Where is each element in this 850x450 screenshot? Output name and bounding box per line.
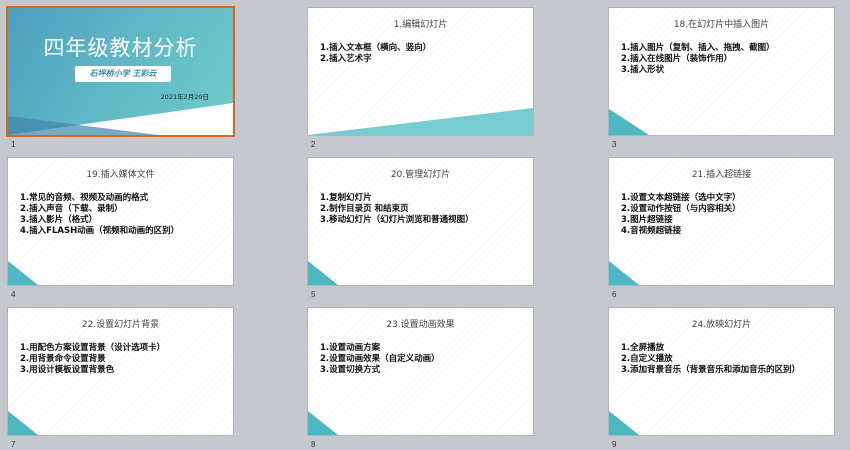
slide-9-canvas[interactable]: 24.放映幻灯片 1.全屏播放 2.自定义播放 3.添加背景音乐（背景音乐和添加… — [609, 308, 834, 435]
slide-number: 4 — [11, 290, 16, 299]
slide-5-canvas[interactable]: 20.管理幻灯片 1.复制幻灯片 2.制作目录页 和结束页 3.移动幻灯片（幻灯… — [308, 158, 533, 285]
slide-4-canvas[interactable]: 19.插入媒体文件 1.常见的音频、视频及动画的格式 2.插入声音（下载、录制）… — [8, 158, 233, 285]
slide-9-decoration — [609, 411, 639, 435]
slide-6-title: 21.插入超链接 — [691, 170, 752, 180]
slide-thumbnail-4[interactable]: 19.插入媒体文件 1.常见的音频、视频及动画的格式 2.插入声音（下载、录制）… — [8, 158, 233, 299]
slide-item: 2.用背景命令设置背景 — [20, 354, 106, 364]
slide-item: 2.插入声音（下载、录制） — [20, 204, 123, 214]
slide-1-canvas[interactable]: 四年级教材分析 石坪桥小学 王彩云 2021年2月20日 — [8, 8, 233, 135]
slide-7-decoration — [8, 411, 38, 435]
slide-item: 3.添加背景音乐（背景音乐和添加音乐的区别） — [621, 365, 801, 375]
slide-5-decoration — [308, 261, 338, 285]
slide-number: 5 — [311, 290, 316, 299]
slide-number: 7 — [11, 440, 16, 449]
slide-thumbnail-2[interactable]: 1.编辑幻灯片 1.插入文本框（横向、竖向） 2.插入艺术字 2 — [308, 8, 533, 149]
slide-thumbnail-3[interactable]: 18.在幻灯片中插入图片 1.插入图片（复制、插入、拖拽、截图） 2.插入在线图… — [609, 8, 834, 149]
slide-item: 2.设置动画效果（自定义动画） — [320, 354, 440, 364]
slide-number: 2 — [311, 140, 316, 149]
slide-3-canvas[interactable]: 18.在幻灯片中插入图片 1.插入图片（复制、插入、拖拽、截图） 2.插入在线图… — [609, 8, 834, 135]
slide-item: 4.插入FLASH动画（视频和动画的区别） — [20, 226, 180, 236]
slide-item: 1.全屏播放 — [621, 343, 665, 353]
slide-2-decoration — [308, 108, 533, 135]
slide-item: 3.移动幻灯片（幻灯片浏览和普通视图） — [320, 215, 474, 225]
slide-item: 2.制作目录页 和结束页 — [320, 204, 409, 214]
slide-item: 3.用设计模板设置背景色 — [20, 365, 115, 375]
slide-thumbnail-5[interactable]: 20.管理幻灯片 1.复制幻灯片 2.制作目录页 和结束页 3.移动幻灯片（幻灯… — [308, 158, 533, 299]
slide-5-title: 20.管理幻灯片 — [390, 170, 451, 180]
slide-number: 3 — [612, 140, 617, 149]
slide-8-canvas[interactable]: 23.设置动画效果 1.设置动画方案 2.设置动画效果（自定义动画） 3.设置切… — [308, 308, 533, 435]
slide-thumbnail-6[interactable]: 21.插入超链接 1.设置文本超链接（选中文字） 2.设置动作按钮（与内容相关）… — [609, 158, 834, 299]
slide-thumbnail-9[interactable]: 24.放映幻灯片 1.全屏播放 2.自定义播放 3.添加背景音乐（背景音乐和添加… — [609, 308, 834, 449]
slide-thumbnail-8[interactable]: 23.设置动画效果 1.设置动画方案 2.设置动画效果（自定义动画） 3.设置切… — [308, 308, 533, 449]
slide-3-title: 18.在幻灯片中插入图片 — [673, 20, 770, 30]
slide-2-canvas[interactable]: 1.编辑幻灯片 1.插入文本框（横向、竖向） 2.插入艺术字 — [308, 8, 533, 135]
slide-item: 1.设置文本超链接（选中文字） — [621, 193, 741, 203]
slide-9-title: 24.放映幻灯片 — [691, 320, 752, 330]
slide-number: 8 — [311, 440, 316, 449]
slide-item: 1.插入图片（复制、插入、拖拽、截图） — [621, 43, 775, 53]
slide-thumbnail-1[interactable]: 四年级教材分析 石坪桥小学 王彩云 2021年2月20日 1 — [8, 8, 233, 149]
slide-item: 3.插入影片（格式） — [20, 215, 98, 225]
slide-4-decoration — [8, 261, 38, 285]
slide-6-canvas[interactable]: 21.插入超链接 1.设置文本超链接（选中文字） 2.设置动作按钮（与内容相关）… — [609, 158, 834, 285]
slide-1-subtitle: 石坪桥小学 王彩云 — [75, 66, 171, 82]
slide-item: 1.用配色方案设置背景（设计选项卡） — [20, 343, 166, 353]
slide-item: 1.复制幻灯片 — [320, 193, 372, 203]
slide-8-items: 1.设置动画方案 2.设置动画效果（自定义动画） 3.设置切换方式 — [320, 343, 525, 376]
slide-item: 2.插入在线图片（装饰作用） — [621, 54, 733, 64]
slide-3-decoration — [609, 109, 649, 135]
slide-9-items: 1.全屏播放 2.自定义播放 3.添加背景音乐（背景音乐和添加音乐的区别） — [621, 343, 826, 376]
slide-number: 9 — [612, 440, 617, 449]
slide-6-decoration — [609, 261, 639, 285]
slide-item: 1.设置动画方案 — [320, 343, 381, 353]
slide-7-title: 22.设置幻灯片背景 — [81, 320, 160, 330]
slide-item: 1.常见的音频、视频及动画的格式 — [20, 193, 149, 203]
slide-item: 2.设置动作按钮（与内容相关） — [621, 204, 741, 214]
slide-1-date: 2021年2月20日 — [160, 93, 209, 101]
slide-7-items: 1.用配色方案设置背景（设计选项卡） 2.用背景命令设置背景 3.用设计模板设置… — [20, 343, 225, 376]
slide-7-canvas[interactable]: 22.设置幻灯片背景 1.用配色方案设置背景（设计选项卡） 2.用背景命令设置背… — [8, 308, 233, 435]
slide-item: 3.图片超链接 — [621, 215, 673, 225]
slide-item: 4.音视频超链接 — [621, 226, 682, 236]
slide-item: 3.插入形状 — [621, 65, 665, 75]
slide-item: 2.自定义播放 — [621, 354, 673, 364]
slide-thumbnail-7[interactable]: 22.设置幻灯片背景 1.用配色方案设置背景（设计选项卡） 2.用背景命令设置背… — [8, 308, 233, 449]
slide-number: 6 — [612, 290, 617, 299]
slide-number: 1 — [11, 140, 16, 149]
slide-1-title: 四年级教材分析 — [43, 36, 198, 60]
slide-4-items: 1.常见的音频、视频及动画的格式 2.插入声音（下载、录制） 3.插入影片（格式… — [20, 193, 225, 237]
slide-6-items: 1.设置文本超链接（选中文字） 2.设置动作按钮（与内容相关） 3.图片超链接 … — [621, 193, 826, 237]
slide-3-items: 1.插入图片（复制、插入、拖拽、截图） 2.插入在线图片（装饰作用） 3.插入形… — [621, 43, 826, 76]
slide-5-items: 1.复制幻灯片 2.制作目录页 和结束页 3.移动幻灯片（幻灯片浏览和普通视图） — [320, 193, 525, 226]
slide-8-decoration — [308, 411, 338, 435]
slide-4-title: 19.插入媒体文件 — [86, 170, 155, 180]
slide-item: 3.设置切换方式 — [320, 365, 381, 375]
slide-8-title: 23.设置动画效果 — [386, 320, 455, 330]
